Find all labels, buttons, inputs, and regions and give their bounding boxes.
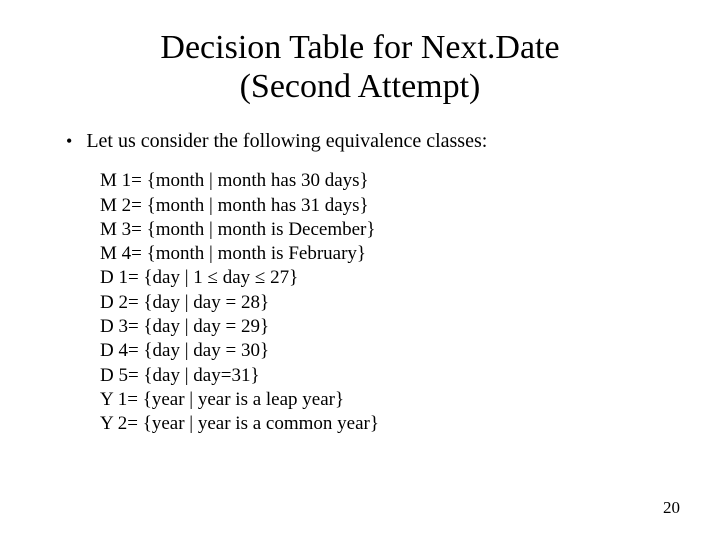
list-item: D 3= {day | day = 29} (100, 315, 660, 339)
title-line-1: Decision Table for Next.Date (160, 29, 559, 66)
list-item: M 1= {month | month has 30 days} (100, 169, 660, 193)
equivalence-class-list: M 1= {month | month has 30 days} M 2= {m… (100, 169, 660, 436)
title-line-2: (Second Attempt) (240, 68, 481, 105)
bullet-marker: • (66, 132, 72, 150)
page-number: 20 (663, 498, 680, 518)
list-item: D 1= {day | 1 ≤ day ≤ 27} (100, 266, 660, 290)
list-item: Y 1= {year | year is a leap year} (100, 388, 660, 412)
list-item: D 5= {day | day=31} (100, 364, 660, 388)
list-item: M 2= {month | month has 31 days} (100, 194, 660, 218)
list-item: Y 2= {year | year is a common year} (100, 412, 660, 436)
slide-title: Decision Table for Next.Date (Second Att… (60, 28, 660, 106)
slide: Decision Table for Next.Date (Second Att… (0, 0, 720, 540)
bullet-item: • Let us consider the following equivale… (66, 130, 660, 153)
list-item: M 3= {month | month is December} (100, 218, 660, 242)
bullet-text: Let us consider the following equivalenc… (86, 130, 487, 153)
list-item: D 2= {day | day = 28} (100, 291, 660, 315)
list-item: M 4= {month | month is February} (100, 242, 660, 266)
list-item: D 4= {day | day = 30} (100, 339, 660, 363)
